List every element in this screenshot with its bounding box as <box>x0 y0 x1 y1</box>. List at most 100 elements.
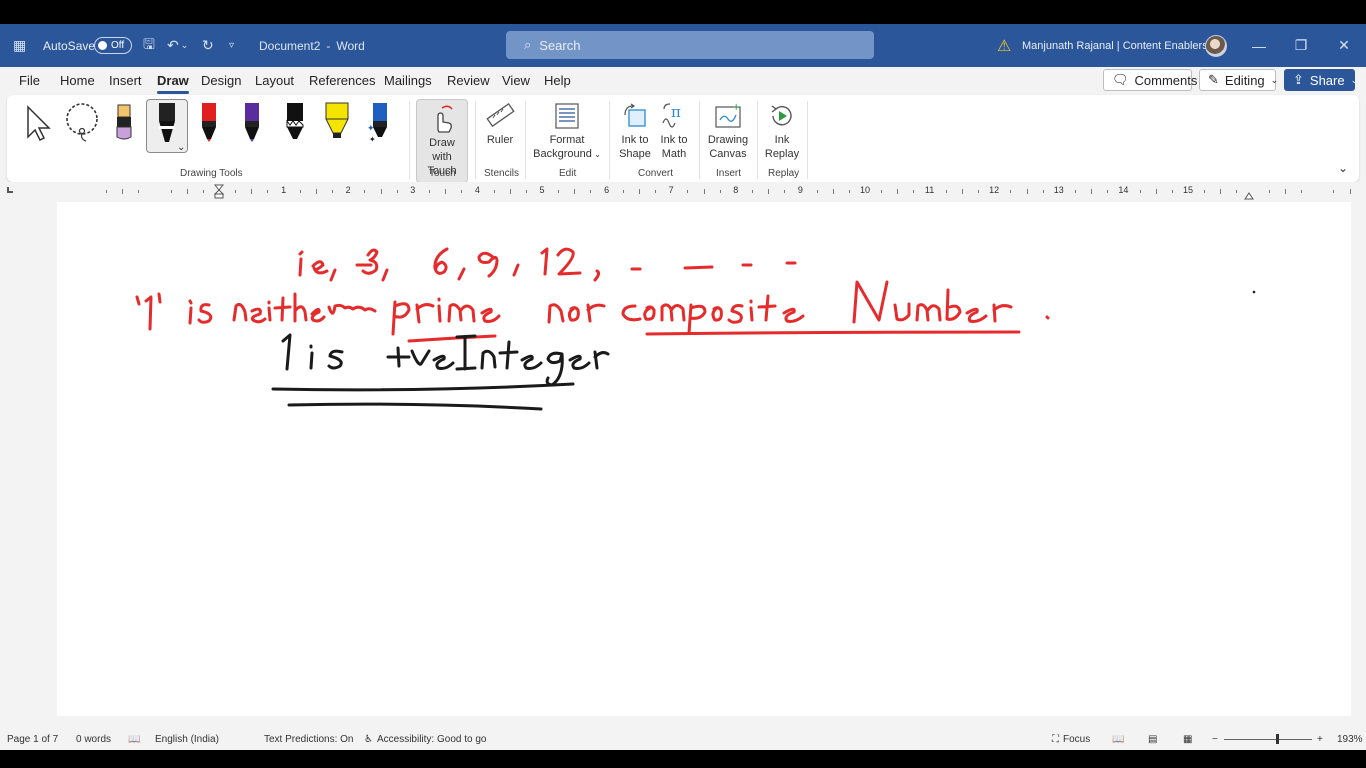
read-mode-icon[interactable]: 📖 <box>1112 734 1124 745</box>
ruler-tick <box>1236 190 1238 193</box>
ink-drawing-canvas[interactable] <box>57 202 1351 716</box>
tab-references[interactable]: References <box>309 73 375 88</box>
lasso-select-tool[interactable] <box>62 101 102 146</box>
eraser-tool[interactable] <box>113 101 135 146</box>
tab-help[interactable]: Help <box>544 73 571 88</box>
ruler-tick <box>1139 190 1141 193</box>
warning-icon[interactable]: ⚠ <box>997 24 1011 67</box>
ruler-tick <box>881 190 883 193</box>
tab-draw[interactable]: Draw <box>157 73 189 94</box>
ruler-tick <box>784 190 786 193</box>
ink-replay-button[interactable]: Ink Replay <box>763 99 801 161</box>
touch-group-label: Touch <box>429 168 456 179</box>
tab-view[interactable]: View <box>502 73 530 88</box>
ruler-tick <box>105 190 107 193</box>
tab-layout[interactable]: Layout <box>255 73 294 88</box>
editing-button[interactable]: ✎ Editing ⌄ <box>1199 69 1278 91</box>
format-background-icon <box>553 99 581 133</box>
ruler-tick <box>1107 190 1109 193</box>
chevron-down-icon: ⌄ <box>591 150 601 159</box>
minimize-icon[interactable]: — <box>1239 24 1279 67</box>
ruler-tick <box>558 190 560 193</box>
convert-group-label: Convert <box>638 168 674 179</box>
focus-mode-button[interactable]: ⛶ Focus <box>1052 734 1090 745</box>
zoom-slider[interactable] <box>1224 734 1312 744</box>
purple-pen-tool[interactable] <box>241 101 263 146</box>
galaxy-pen-tool[interactable]: ✦ ✦ <box>366 101 390 146</box>
print-layout-icon[interactable]: ▤ <box>1148 734 1157 745</box>
document-page[interactable] <box>57 202 1351 716</box>
yellow-highlighter-tool[interactable] <box>323 101 351 146</box>
avatar[interactable] <box>1205 24 1227 67</box>
ruler-tick <box>1284 189 1286 194</box>
ribbon-divider <box>409 101 410 179</box>
black-pen-tool-selected[interactable]: ⌄ <box>146 99 188 153</box>
ink-to-shape-button[interactable]: Ink to Shape <box>616 99 654 161</box>
collapse-ribbon-chevron-icon[interactable]: ⌄ <box>1338 161 1348 175</box>
language-indicator[interactable]: English (India) <box>155 734 219 745</box>
drawing-canvas-button[interactable]: + Drawing Canvas <box>705 99 751 161</box>
zoom-out-icon[interactable]: − <box>1212 734 1218 745</box>
ruler-number: 9 <box>797 185 803 195</box>
ink-to-math-icon: π <box>660 99 688 133</box>
zoom-level[interactable]: 193% <box>1337 734 1363 745</box>
ribbon-divider <box>525 101 526 179</box>
ink-stroke-line2 <box>135 280 1050 343</box>
indent-marker-icon[interactable] <box>213 184 225 200</box>
tab-home[interactable]: Home <box>60 73 95 88</box>
ruler-tick <box>396 190 398 193</box>
select-arrow-tool[interactable] <box>23 103 53 146</box>
ruler-tick <box>1220 189 1222 194</box>
user-name[interactable]: Manjunath Rajanal | Content Enablers <box>1022 24 1208 67</box>
ruler-button[interactable]: Ruler <box>480 99 520 147</box>
word-count[interactable]: 0 words <box>76 734 111 745</box>
close-icon[interactable]: ✕ <box>1324 24 1364 67</box>
tab-stop-selector-icon[interactable] <box>7 187 13 193</box>
menu-bar: File Home Insert Draw Design Layout Refe… <box>0 67 1366 95</box>
drawing-canvas-icon: + <box>713 99 743 133</box>
redo-icon[interactable]: ↻ <box>202 24 214 67</box>
ink-stroke-line3 <box>271 333 610 411</box>
share-icon: ⇪ <box>1293 72 1304 87</box>
ribbon-divider <box>609 101 610 179</box>
ruler-tick <box>202 190 204 193</box>
word-app-icon[interactable]: ▦ <box>13 24 26 67</box>
ruler-tick <box>380 189 382 194</box>
proofing-book-icon[interactable]: 📖 <box>128 734 140 745</box>
page-count[interactable]: Page 1 of 7 <box>7 734 58 745</box>
search-box[interactable]: ⌕ Search <box>506 31 874 59</box>
zoom-slider-thumb[interactable] <box>1276 734 1279 744</box>
ruler-tick <box>235 190 237 193</box>
undo-icon[interactable]: ↶ ⌄ <box>167 24 188 67</box>
ruler-number: 10 <box>859 185 871 195</box>
format-background-button[interactable]: Format Background ⌄ <box>531 99 603 162</box>
tab-review[interactable]: Review <box>447 73 490 88</box>
right-indent-marker-icon[interactable] <box>1244 190 1254 200</box>
restore-icon[interactable]: ❐ <box>1281 24 1321 67</box>
share-button[interactable]: ⇪ Share ⌄ <box>1284 69 1358 91</box>
accessibility-status[interactable]: ♿ Accessibility: Good to go <box>364 734 486 745</box>
tab-mailings[interactable]: Mailings <box>384 73 432 88</box>
ribbon-divider <box>699 101 700 179</box>
ruler-tick <box>1268 190 1270 193</box>
ruler-tick <box>1204 190 1206 193</box>
customize-toolbar-icon[interactable]: ▿ <box>229 24 234 67</box>
comments-button[interactable]: 🗨 Comments <box>1103 69 1197 91</box>
ruler-tick <box>122 189 124 194</box>
ruler-tick <box>493 190 495 193</box>
save-icon[interactable]: 🖫 <box>143 24 155 67</box>
black-highlighter-pen-tool[interactable] <box>283 101 307 146</box>
web-layout-icon[interactable]: ▦ <box>1183 734 1192 745</box>
text-predictions-status[interactable]: Text Predictions: On <box>264 734 353 745</box>
autosave-toggle[interactable]: Off <box>94 24 132 67</box>
tab-file[interactable]: File <box>19 73 40 88</box>
tab-design[interactable]: Design <box>201 73 241 88</box>
zoom-in-icon[interactable]: + <box>1317 734 1323 745</box>
red-pen-tool[interactable] <box>198 101 220 146</box>
insert-group-label: Insert <box>716 168 742 179</box>
ruler-tick <box>751 190 753 193</box>
ruler-tick <box>768 189 770 194</box>
ink-to-math-button[interactable]: π Ink to Math <box>655 99 693 161</box>
chevron-down-icon: ⌄ <box>1350 74 1359 85</box>
tab-insert[interactable]: Insert <box>109 73 142 88</box>
